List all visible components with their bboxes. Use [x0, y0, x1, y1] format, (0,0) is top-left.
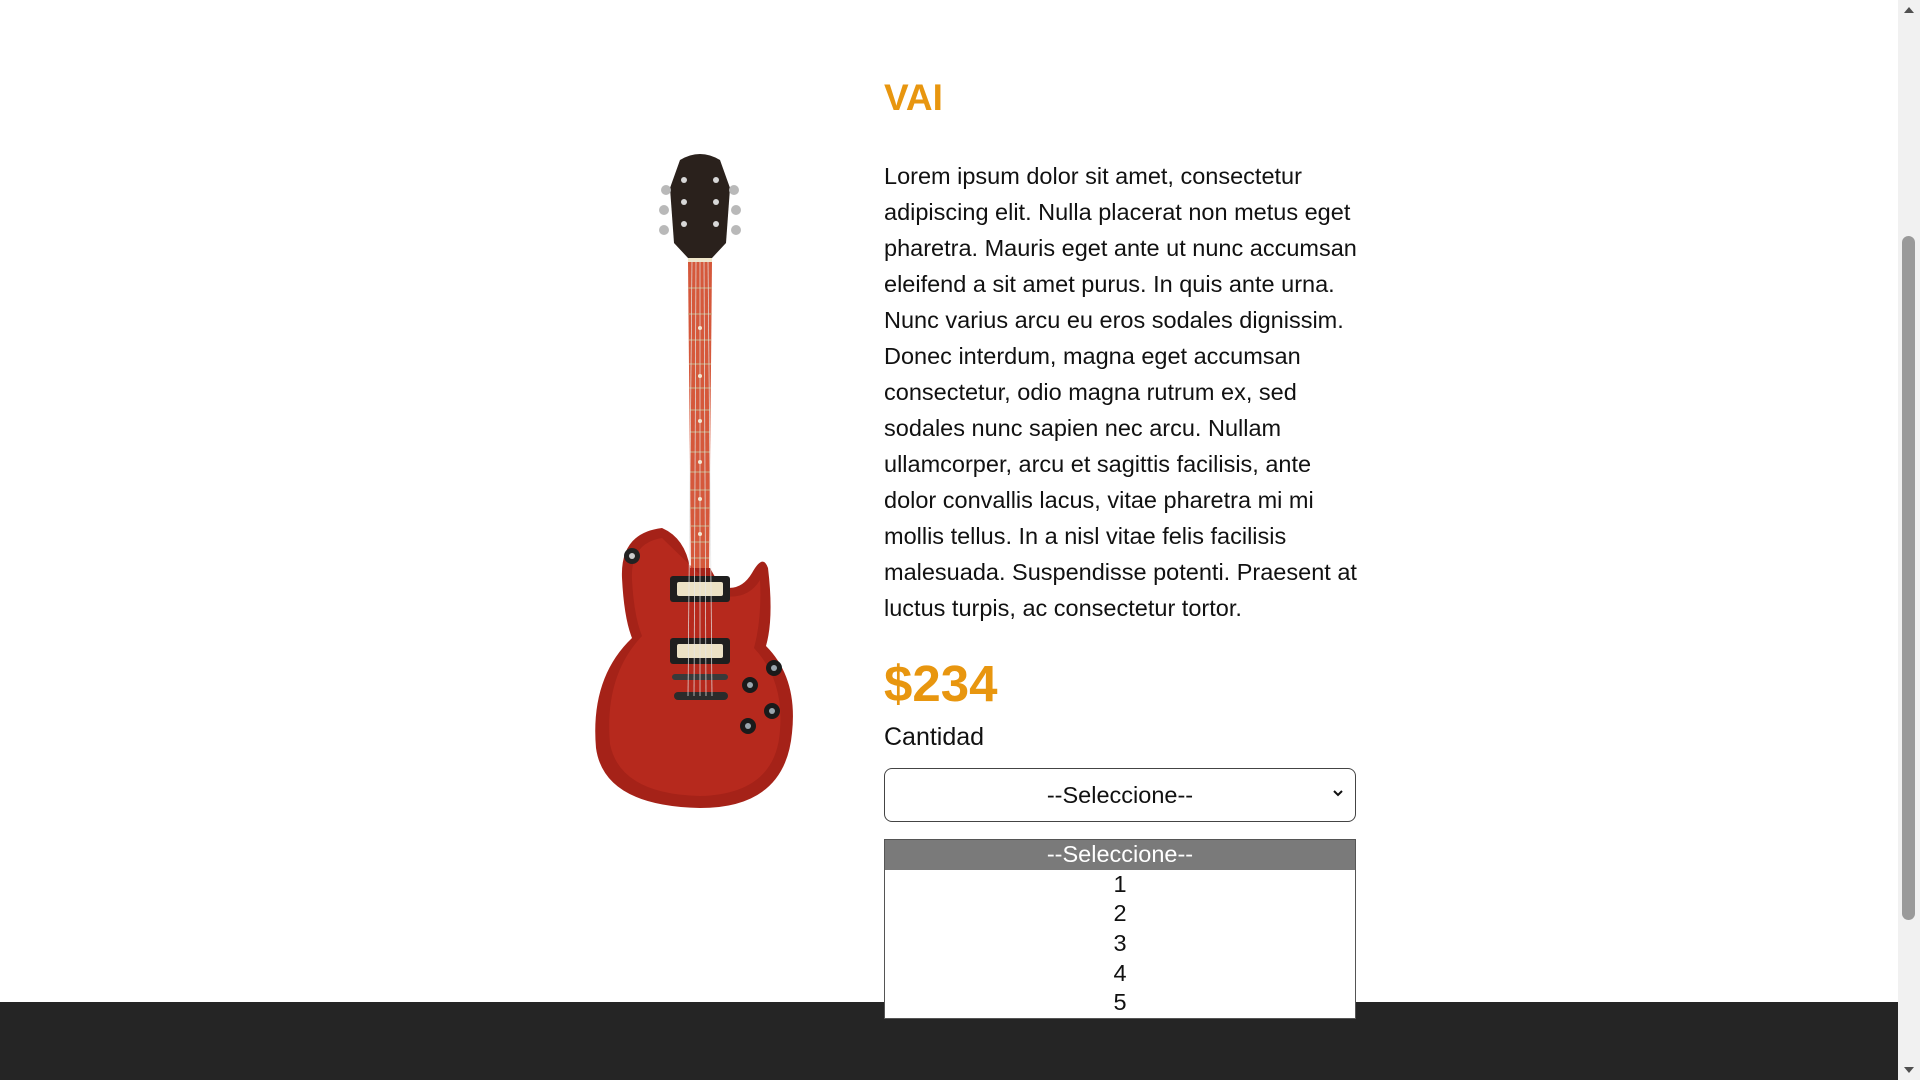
scrollbar-thumb[interactable]: [1902, 236, 1915, 920]
quantity-option-5[interactable]: 5: [885, 988, 1355, 1018]
product-page: VAI Lorem ipsum dolor sit amet, consecte…: [0, 0, 1920, 1080]
quantity-label: Cantidad: [884, 723, 985, 751]
product-info: VAI Lorem ipsum dolor sit amet, consecte…: [884, 72, 1358, 822]
quantity-dropdown-list: --Seleccione-- 1 2 3 4 5: [884, 839, 1356, 1020]
electric-guitar-icon: [595, 154, 793, 808]
quantity-option-2[interactable]: 2: [885, 899, 1355, 929]
scroll-down-arrow-icon[interactable]: [1898, 1060, 1920, 1080]
quantity-option-3[interactable]: 3: [885, 929, 1355, 959]
quantity-option-placeholder[interactable]: --Seleccione--: [885, 840, 1355, 870]
guitar-image: [580, 148, 820, 808]
quantity-option-1[interactable]: 1: [885, 870, 1355, 900]
quantity-option-4[interactable]: 4: [885, 959, 1355, 989]
scroll-up-arrow-icon[interactable]: [1898, 0, 1920, 20]
quantity-select[interactable]: --Seleccione--: [884, 768, 1356, 822]
vertical-scrollbar[interactable]: [1898, 0, 1920, 1080]
quantity-select-value: --Seleccione--: [1046, 781, 1194, 808]
product-title: VAI: [884, 77, 943, 118]
product-description: Lorem ipsum dolor sit amet, consectetur …: [884, 163, 1357, 621]
product-price: $234: [884, 655, 998, 712]
chevron-down-icon: [1333, 790, 1343, 797]
